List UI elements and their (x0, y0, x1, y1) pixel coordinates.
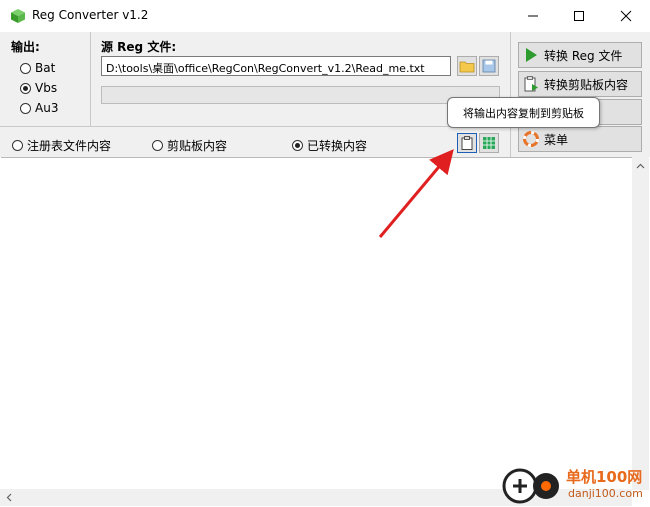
view-option-registry[interactable]: 注册表文件内容 (12, 137, 111, 154)
scroll-up-icon (636, 163, 645, 169)
radio-indicator (20, 82, 31, 94)
disk-icon (482, 59, 496, 73)
window-title: Reg Converter v1.2 (32, 8, 149, 22)
copy-tooltip: 将输出内容复制到剪贴板 (447, 97, 600, 128)
annotation-arrow-icon (378, 149, 454, 238)
save-file-button[interactable] (479, 56, 499, 76)
view-option-converted[interactable]: 已转换内容 (292, 137, 367, 154)
minimize-button[interactable] (510, 0, 556, 32)
radio-label: Bat (35, 61, 56, 75)
radio-indicator (12, 140, 23, 151)
open-folder-button[interactable] (457, 56, 477, 76)
title-bar: Reg Converter v1.2 (0, 0, 650, 32)
radio-indicator (152, 140, 163, 151)
menu-button[interactable]: 菜单 (518, 126, 642, 152)
clipboard-convert-icon (524, 76, 538, 92)
progress-bar (101, 86, 500, 104)
plus-circle-logo-icon (502, 468, 559, 504)
radio-label: Au3 (35, 101, 59, 115)
maximize-icon (574, 11, 584, 21)
minimize-icon (528, 15, 538, 17)
app-cube-icon (11, 9, 25, 23)
watermark-brand: 单机100网 (566, 468, 643, 486)
radio-label: 已转换内容 (307, 139, 368, 153)
divider (90, 32, 91, 126)
convert-reg-button[interactable]: 转换 Reg 文件 (518, 42, 642, 68)
divider (510, 32, 511, 157)
output-option-vbs[interactable]: Vbs (20, 81, 57, 95)
close-icon (620, 10, 632, 22)
output-option-au3[interactable]: Au3 (20, 101, 58, 115)
maximize-button[interactable] (556, 0, 602, 32)
grid-icon (483, 137, 495, 149)
folder-icon (459, 61, 475, 73)
scroll-left-icon (6, 493, 12, 502)
radio-label: 注册表文件内容 (27, 139, 112, 153)
site-watermark: 单机100网 danji100.com (500, 462, 650, 506)
output-option-bat[interactable]: Bat (20, 61, 55, 75)
button-label: 转换剪贴板内容 (544, 77, 629, 92)
button-label: 菜单 (544, 132, 569, 147)
source-label: 源 Reg 文件: (101, 40, 177, 54)
view-option-clipboard[interactable]: 剪贴板内容 (152, 137, 227, 154)
radio-label: 剪贴板内容 (167, 139, 228, 153)
play-icon (526, 48, 537, 62)
grid-view-button[interactable] (479, 133, 499, 153)
radio-indicator (20, 62, 31, 74)
content-editor[interactable] (1, 157, 632, 491)
radio-indicator (292, 140, 303, 151)
close-button[interactable] (603, 0, 649, 32)
radio-indicator (20, 102, 31, 114)
radio-label: Vbs (35, 81, 58, 95)
vertical-scrollbar[interactable] (632, 157, 649, 490)
lifebuoy-icon (523, 131, 539, 147)
watermark-url: danji100.com (568, 487, 643, 500)
button-label: 转换 Reg 文件 (544, 48, 623, 63)
output-label: 输出: (11, 40, 40, 54)
source-path-field[interactable]: D:\tools\桌面\office\RegCon\RegConvert_v1.… (101, 56, 451, 76)
divider (0, 126, 510, 127)
convert-clipboard-button[interactable]: 转换剪贴板内容 (518, 71, 642, 97)
